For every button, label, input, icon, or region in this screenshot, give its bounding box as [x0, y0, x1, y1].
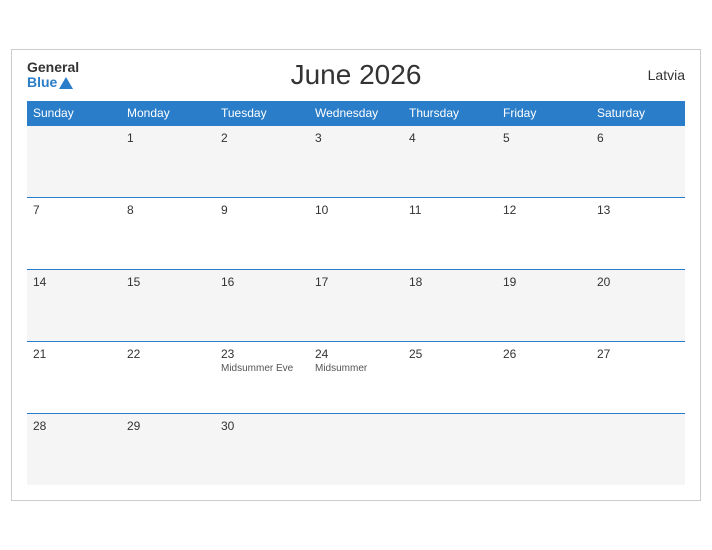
calendar-cell: [497, 413, 591, 485]
weekday-header-monday: Monday: [121, 101, 215, 126]
day-number: 21: [33, 347, 115, 361]
calendar-cell: 29: [121, 413, 215, 485]
logo-blue-text: Blue: [27, 75, 57, 90]
calendar-cell: 9: [215, 197, 309, 269]
weekday-header-saturday: Saturday: [591, 101, 685, 126]
week-row-4: 21 22 23 Midsummer Eve 24 Midsummer 25 26 27: [27, 341, 685, 413]
weekday-header-thursday: Thursday: [403, 101, 497, 126]
logo-general-text: General: [27, 60, 79, 75]
day-number: 13: [597, 203, 679, 217]
weekday-header-friday: Friday: [497, 101, 591, 126]
day-number: 26: [503, 347, 585, 361]
day-number: 18: [409, 275, 491, 289]
calendar-cell: 22: [121, 341, 215, 413]
day-number: 19: [503, 275, 585, 289]
calendar-cell: 1: [121, 125, 215, 197]
calendar-region: Latvia: [648, 67, 685, 83]
week-row-2: 789 10 11 12 13: [27, 197, 685, 269]
calendar-cell: 3: [309, 125, 403, 197]
calendar-cell: 17: [309, 269, 403, 341]
calendar-cell: 12: [497, 197, 591, 269]
calendar-cell: 21: [27, 341, 121, 413]
day-number: 10: [315, 203, 397, 217]
day-number: 9: [221, 203, 303, 217]
day-number: 20: [597, 275, 679, 289]
day-number: 6: [597, 131, 679, 145]
day-number: 4: [409, 131, 491, 145]
weekday-header-tuesday: Tuesday: [215, 101, 309, 126]
day-number: 27: [597, 347, 679, 361]
calendar-cell: 20: [591, 269, 685, 341]
calendar-container: General Blue June 2026 Latvia SundayMond…: [11, 49, 701, 501]
event-label: Midsummer Eve: [221, 363, 303, 374]
calendar-grid: SundayMondayTuesdayWednesdayThursdayFrid…: [27, 101, 685, 486]
calendar-cell: [27, 125, 121, 197]
calendar-cell: 25: [403, 341, 497, 413]
calendar-cell: [591, 413, 685, 485]
calendar-cell: 5: [497, 125, 591, 197]
week-row-3: 14 15 16 17 18 19 20: [27, 269, 685, 341]
day-number: 17: [315, 275, 397, 289]
calendar-cell: [403, 413, 497, 485]
day-number: 7: [33, 203, 115, 217]
weekday-header-wednesday: Wednesday: [309, 101, 403, 126]
calendar-title: June 2026: [291, 59, 422, 91]
calendar-cell: 2: [215, 125, 309, 197]
calendar-cell: 8: [121, 197, 215, 269]
day-number: 1: [127, 131, 209, 145]
day-number: 23: [221, 347, 303, 361]
day-number: 12: [503, 203, 585, 217]
weekday-header-sunday: Sunday: [27, 101, 121, 126]
calendar-cell: 11: [403, 197, 497, 269]
calendar-cell: 14: [27, 269, 121, 341]
logo: General Blue: [27, 60, 79, 91]
calendar-cell: 6: [591, 125, 685, 197]
day-number: 28: [33, 419, 115, 433]
week-row-1: 123456: [27, 125, 685, 197]
day-number: 11: [409, 203, 491, 217]
calendar-cell: 24 Midsummer: [309, 341, 403, 413]
calendar-cell: 15: [121, 269, 215, 341]
calendar-cell: 23 Midsummer Eve: [215, 341, 309, 413]
calendar-cell: 7: [27, 197, 121, 269]
day-number: 5: [503, 131, 585, 145]
calendar-cell: 4: [403, 125, 497, 197]
event-label: Midsummer: [315, 363, 397, 374]
day-number: 30: [221, 419, 303, 433]
day-number: 15: [127, 275, 209, 289]
day-number: 29: [127, 419, 209, 433]
day-number: 25: [409, 347, 491, 361]
calendar-cell: 26: [497, 341, 591, 413]
day-number: 22: [127, 347, 209, 361]
day-number: 3: [315, 131, 397, 145]
day-number: 16: [221, 275, 303, 289]
calendar-cell: 19: [497, 269, 591, 341]
calendar-header: General Blue June 2026 Latvia: [27, 60, 685, 91]
day-number: 14: [33, 275, 115, 289]
day-number: 24: [315, 347, 397, 361]
calendar-cell: 30: [215, 413, 309, 485]
calendar-cell: 18: [403, 269, 497, 341]
calendar-cell: 10: [309, 197, 403, 269]
weekday-header-row: SundayMondayTuesdayWednesdayThursdayFrid…: [27, 101, 685, 126]
day-number: 8: [127, 203, 209, 217]
calendar-cell: 27: [591, 341, 685, 413]
logo-triangle-icon: [59, 77, 73, 89]
calendar-cell: 28: [27, 413, 121, 485]
calendar-cell: [309, 413, 403, 485]
week-row-5: 28 29 30: [27, 413, 685, 485]
day-number: 2: [221, 131, 303, 145]
calendar-cell: 13: [591, 197, 685, 269]
calendar-cell: 16: [215, 269, 309, 341]
